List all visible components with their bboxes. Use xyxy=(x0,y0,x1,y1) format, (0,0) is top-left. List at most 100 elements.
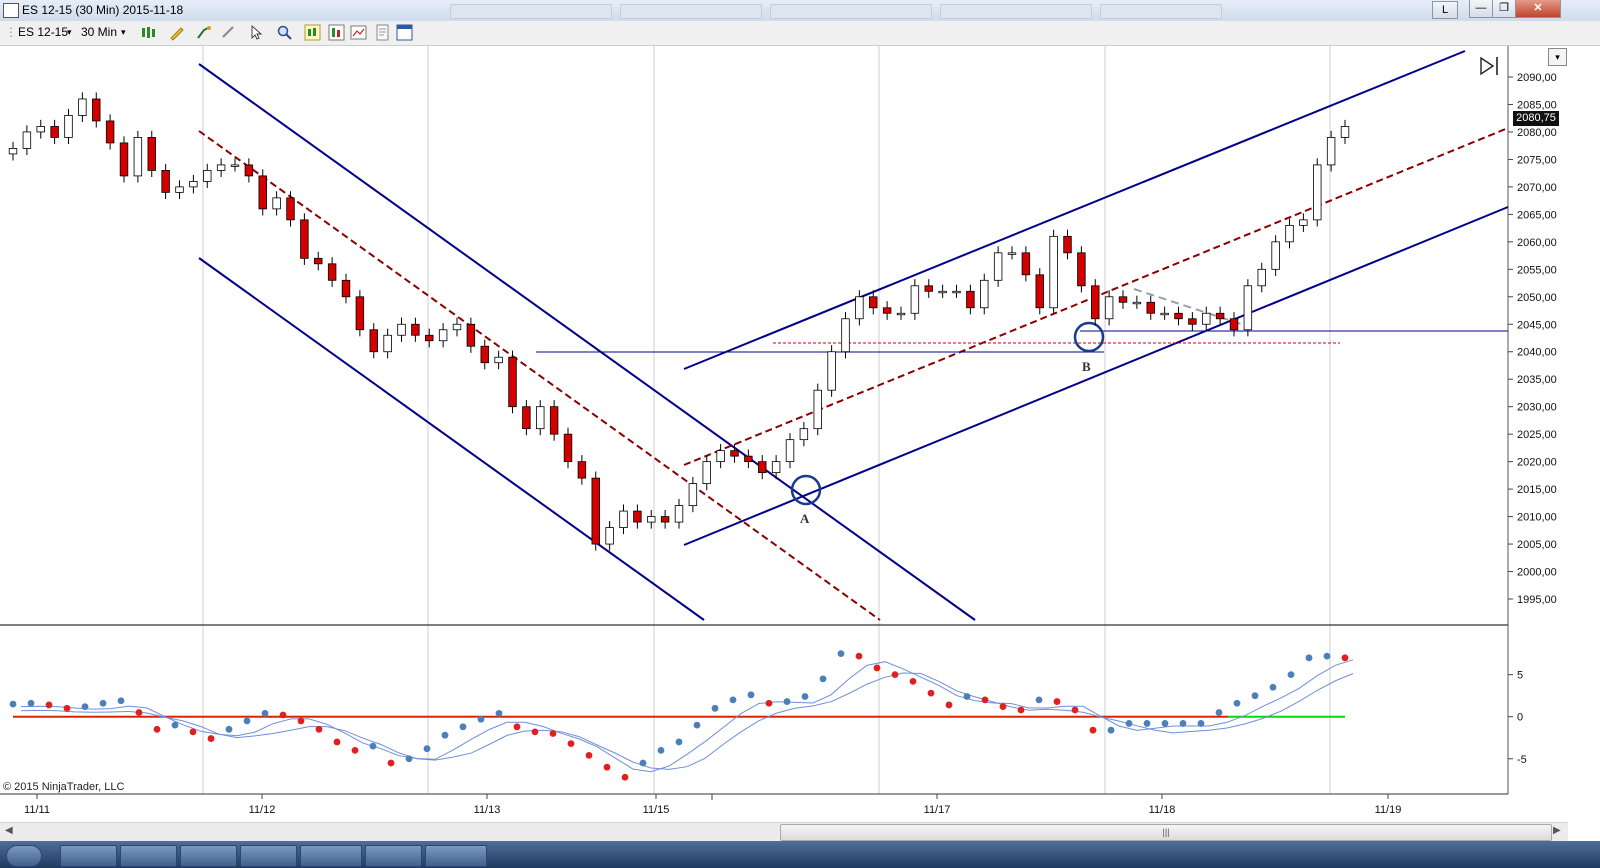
chart-area[interactable]: 2090,00 2085,00 2080,00 2075,00 2070,00 2065,… xyxy=(0,46,1568,822)
osc-dot-rising xyxy=(837,650,845,658)
marker-circle-b[interactable] xyxy=(1073,321,1105,353)
uptrend-channel-upper[interactable] xyxy=(683,50,1466,370)
chart-menu-dropdown-icon[interactable]: ▾ xyxy=(1548,48,1567,66)
properties-icon[interactable] xyxy=(350,24,367,41)
candle-down xyxy=(147,137,156,171)
interval-dropdown-icon[interactable]: ▾ xyxy=(121,27,126,38)
candle-down xyxy=(425,334,434,342)
candle-up xyxy=(203,170,212,182)
scroll-left-icon[interactable]: ◀ xyxy=(5,825,13,836)
osc-dot-falling xyxy=(981,696,989,704)
candle-up xyxy=(189,180,198,188)
instrument-dropdown-icon[interactable]: ▾ xyxy=(67,27,72,38)
candle-up xyxy=(799,428,809,441)
taskbar-app[interactable] xyxy=(120,845,177,867)
bar-type-icon[interactable] xyxy=(140,24,157,41)
taskbar-app[interactable] xyxy=(300,845,362,867)
osc-dot-falling xyxy=(567,740,575,748)
osc-dot-rising xyxy=(477,715,485,723)
candle-up xyxy=(133,137,143,177)
price-tick-label: 2080,00 xyxy=(1517,127,1557,139)
osc-dot-rising xyxy=(225,725,233,733)
osc-dot-rising xyxy=(1287,671,1295,679)
app-icon xyxy=(3,3,19,18)
candle-up xyxy=(1313,164,1322,221)
zoom-icon[interactable] xyxy=(276,24,293,41)
candle-up xyxy=(1326,137,1336,166)
data-series-icon[interactable] xyxy=(328,24,345,41)
candle-up xyxy=(841,318,850,353)
candle-down xyxy=(1215,312,1225,320)
interval-selector[interactable]: 30 Min xyxy=(81,25,117,39)
candle-down xyxy=(869,296,878,309)
uptrend-channel-lower[interactable] xyxy=(683,206,1509,546)
window-link-icon[interactable] xyxy=(396,24,413,41)
osc-dot-rising xyxy=(657,746,665,754)
osc-dot-rising xyxy=(9,700,17,708)
price-tick-label: 2050,00 xyxy=(1517,292,1557,304)
osc-dot-rising xyxy=(171,721,179,729)
candle-down xyxy=(258,175,267,210)
osc-dot-falling xyxy=(621,773,629,781)
osc-dot-rising xyxy=(117,697,125,705)
time-tick-label: 11/11 xyxy=(24,804,50,816)
window-title: ES 12-15 (30 Min) 2015-11-18 xyxy=(22,3,184,17)
horizontal-scrollbar[interactable]: ◀ ||| ▶ xyxy=(0,822,1568,841)
cursor-pointer-icon[interactable] xyxy=(248,24,265,41)
price-tick-label: 2025,00 xyxy=(1517,429,1557,441)
price-tick-label: 2065,00 xyxy=(1517,209,1557,221)
template-icon[interactable] xyxy=(374,24,391,41)
osc-dot-rising xyxy=(459,723,467,731)
minimize-button[interactable]: — xyxy=(1469,0,1493,18)
candle-up xyxy=(1007,252,1017,255)
scroll-right-icon[interactable]: ▶ xyxy=(1553,825,1561,836)
osc-dot-falling xyxy=(1053,698,1061,705)
price-tick-label: 2090,00 xyxy=(1517,72,1557,84)
price-tick-label: 2040,00 xyxy=(1517,347,1557,359)
close-button[interactable]: ✕ xyxy=(1515,0,1561,18)
restore-button[interactable]: ❐ xyxy=(1492,0,1516,18)
taskbar-app[interactable] xyxy=(240,845,297,867)
candle-down xyxy=(660,516,670,523)
background-tab xyxy=(940,4,1092,19)
downtrend-median-line[interactable] xyxy=(198,130,881,621)
play-marker-icon[interactable] xyxy=(1480,56,1498,76)
candle-down xyxy=(161,170,170,193)
candle-up xyxy=(702,461,711,485)
time-tick-label: 11/12 xyxy=(249,804,276,816)
taskbar-app[interactable] xyxy=(180,845,237,867)
scroll-thumb[interactable]: ||| xyxy=(780,824,1552,841)
start-button[interactable] xyxy=(6,845,42,867)
candle-up xyxy=(1299,219,1308,226)
osc-dot-rising xyxy=(675,738,683,746)
osc-dot-rising xyxy=(729,696,737,704)
candle-down xyxy=(1174,312,1183,320)
osc-dot-rising xyxy=(369,742,377,750)
candle-up xyxy=(397,323,406,336)
osc-dot-falling xyxy=(855,652,863,660)
instrument-selector[interactable]: ES 12-15 xyxy=(18,25,68,39)
chart-style-icon[interactable] xyxy=(304,24,321,41)
time-tick-label: 11/18 xyxy=(1149,804,1176,816)
candle-down xyxy=(1146,301,1155,314)
layout-button[interactable]: L xyxy=(1432,1,1458,19)
time-tick-label: 11/15 xyxy=(643,804,670,816)
candle-up xyxy=(993,252,1003,281)
taskbar-app[interactable] xyxy=(425,845,487,867)
indicator-icon[interactable] xyxy=(196,24,213,41)
candle-up xyxy=(855,296,864,320)
candle-up xyxy=(1160,312,1169,316)
candle-down xyxy=(50,126,59,138)
copyright-text: © 2015 NinjaTrader, LLC xyxy=(3,781,125,793)
time-axis: 11/11 11/12 11/13 11/15 11/17 11/18 11/19 xyxy=(24,794,1401,816)
candle-down xyxy=(314,257,323,265)
candle-up xyxy=(647,516,656,523)
chart-drawings[interactable]: A B xyxy=(198,50,1509,621)
candle-down xyxy=(1229,318,1239,331)
taskbar-app[interactable] xyxy=(60,845,117,867)
drawing-pencil-icon[interactable] xyxy=(168,24,185,41)
strategy-icon[interactable] xyxy=(220,24,237,41)
candle-down xyxy=(1063,235,1072,254)
taskbar-app[interactable] xyxy=(365,845,422,867)
oscillator-axis: 5 0 -5 xyxy=(1508,670,1527,766)
